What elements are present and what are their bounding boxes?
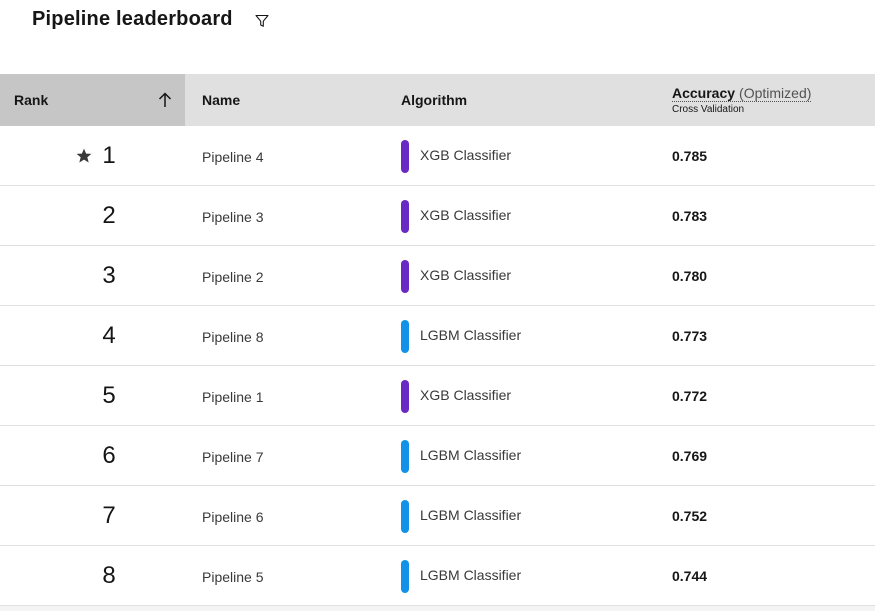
filter-icon: [255, 14, 269, 27]
pipeline-name[interactable]: Pipeline 3: [202, 186, 264, 246]
accuracy-header-label: Accuracy: [672, 84, 736, 101]
algorithm-cell: LGBM Classifier: [401, 426, 521, 486]
algorithm-cell: XGB Classifier: [401, 366, 511, 426]
pipeline-name[interactable]: Pipeline 2: [202, 246, 264, 306]
rank-cell: 1: [0, 126, 118, 186]
table-row[interactable]: 8 Pipeline 5 LGBM Classifier 0.744: [0, 546, 875, 606]
rank-number: 2: [102, 202, 116, 229]
algorithm-label: LGBM Classifier: [420, 506, 522, 523]
accuracy-value: 0.780: [672, 268, 708, 284]
pipeline-name[interactable]: Pipeline 1: [202, 366, 264, 426]
rank-number: 7: [102, 502, 116, 529]
table-header: Rank Name Algorithm Accuracy (Optimized)…: [0, 74, 875, 126]
column-header-name-label: Name: [202, 92, 241, 108]
algorithm-cell: XGB Classifier: [401, 186, 511, 246]
accuracy-value: 0.783: [672, 208, 708, 224]
pipeline-name[interactable]: Pipeline 6: [202, 486, 264, 546]
filter-button[interactable]: [251, 10, 273, 32]
column-header-rank-label: Rank: [14, 92, 49, 108]
algorithm-cell: XGB Classifier: [401, 246, 511, 306]
algorithm-label: XGB Classifier: [420, 206, 512, 223]
algorithm-color-indicator: [401, 139, 409, 173]
rank-cell: 3: [0, 246, 118, 306]
column-header-accuracy[interactable]: Accuracy (Optimized) Cross Validation: [672, 74, 812, 126]
pipeline-name[interactable]: Pipeline 5: [202, 546, 264, 606]
rank-cell: 6: [0, 426, 118, 486]
accuracy-value: 0.769: [672, 448, 708, 464]
algorithm-cell: LGBM Classifier: [401, 306, 521, 366]
accuracy-value: 0.772: [672, 388, 708, 404]
algorithm-label: LGBM Classifier: [420, 446, 522, 463]
algorithm-label: LGBM Classifier: [420, 326, 522, 343]
star-icon: [76, 148, 92, 163]
algorithm-cell: XGB Classifier: [401, 126, 511, 186]
table-footer-edge: [0, 606, 875, 611]
table-row[interactable]: 3 Pipeline 2 XGB Classifier 0.780: [0, 246, 875, 306]
algorithm-color-indicator: [401, 559, 409, 593]
table-body: 1 Pipeline 4 XGB Classifier 0.785 2 Pipeline …: [0, 126, 875, 606]
accuracy-value: 0.752: [672, 508, 708, 524]
column-header-name[interactable]: Name: [202, 74, 240, 126]
accuracy-value: 0.744: [672, 568, 708, 584]
algorithm-color-indicator: [401, 199, 409, 233]
algorithm-label: XGB Classifier: [420, 266, 512, 283]
rank-cell: 4: [0, 306, 118, 366]
page-title: Pipeline leaderboard: [32, 7, 233, 30]
rank-number: 5: [102, 382, 116, 409]
pipeline-name[interactable]: Pipeline 8: [202, 306, 264, 366]
algorithm-cell: LGBM Classifier: [401, 486, 521, 546]
column-header-rank[interactable]: Rank: [0, 74, 185, 126]
page-header: Pipeline leaderboard: [32, 6, 273, 32]
accuracy-header-subtitle: Cross Validation: [672, 103, 745, 115]
arrow-up-icon[interactable]: [155, 90, 175, 110]
accuracy-value: 0.773: [672, 328, 708, 344]
rank-number: 3: [102, 262, 116, 289]
rank-number: 1: [102, 142, 116, 169]
rank-cell: 2: [0, 186, 118, 246]
rank-cell: 5: [0, 366, 118, 426]
table-row[interactable]: 1 Pipeline 4 XGB Classifier 0.785: [0, 126, 875, 186]
accuracy-value: 0.785: [672, 148, 708, 164]
algorithm-color-indicator: [401, 379, 409, 413]
leaderboard-table: Rank Name Algorithm Accuracy (Optimized)…: [0, 74, 875, 606]
algorithm-color-indicator: [401, 259, 409, 293]
rank-number: 6: [102, 442, 116, 469]
pipeline-name[interactable]: Pipeline 4: [202, 126, 264, 186]
algorithm-label: LGBM Classifier: [420, 566, 522, 583]
accuracy-header-tooltip-trigger[interactable]: Accuracy (Optimized): [672, 84, 812, 102]
algorithm-label: XGB Classifier: [420, 146, 512, 163]
algorithm-color-indicator: [401, 499, 409, 533]
rank-cell: 7: [0, 486, 118, 546]
table-row[interactable]: 7 Pipeline 6 LGBM Classifier 0.752: [0, 486, 875, 546]
rank-number: 4: [102, 322, 116, 349]
column-header-algorithm[interactable]: Algorithm: [401, 74, 467, 126]
table-row[interactable]: 2 Pipeline 3 XGB Classifier 0.783: [0, 186, 875, 246]
table-row[interactable]: 6 Pipeline 7 LGBM Classifier 0.769: [0, 426, 875, 486]
pipeline-name[interactable]: Pipeline 7: [202, 426, 264, 486]
algorithm-color-indicator: [401, 439, 409, 473]
algorithm-color-indicator: [401, 319, 409, 353]
algorithm-cell: LGBM Classifier: [401, 546, 521, 606]
algorithm-label: XGB Classifier: [420, 386, 512, 403]
rank-number: 8: [102, 562, 116, 589]
table-row[interactable]: 4 Pipeline 8 LGBM Classifier 0.773: [0, 306, 875, 366]
column-header-algorithm-label: Algorithm: [401, 92, 468, 108]
table-row[interactable]: 5 Pipeline 1 XGB Classifier 0.772: [0, 366, 875, 426]
rank-cell: 8: [0, 546, 118, 606]
accuracy-header-qualifier: (Optimized): [739, 84, 812, 101]
